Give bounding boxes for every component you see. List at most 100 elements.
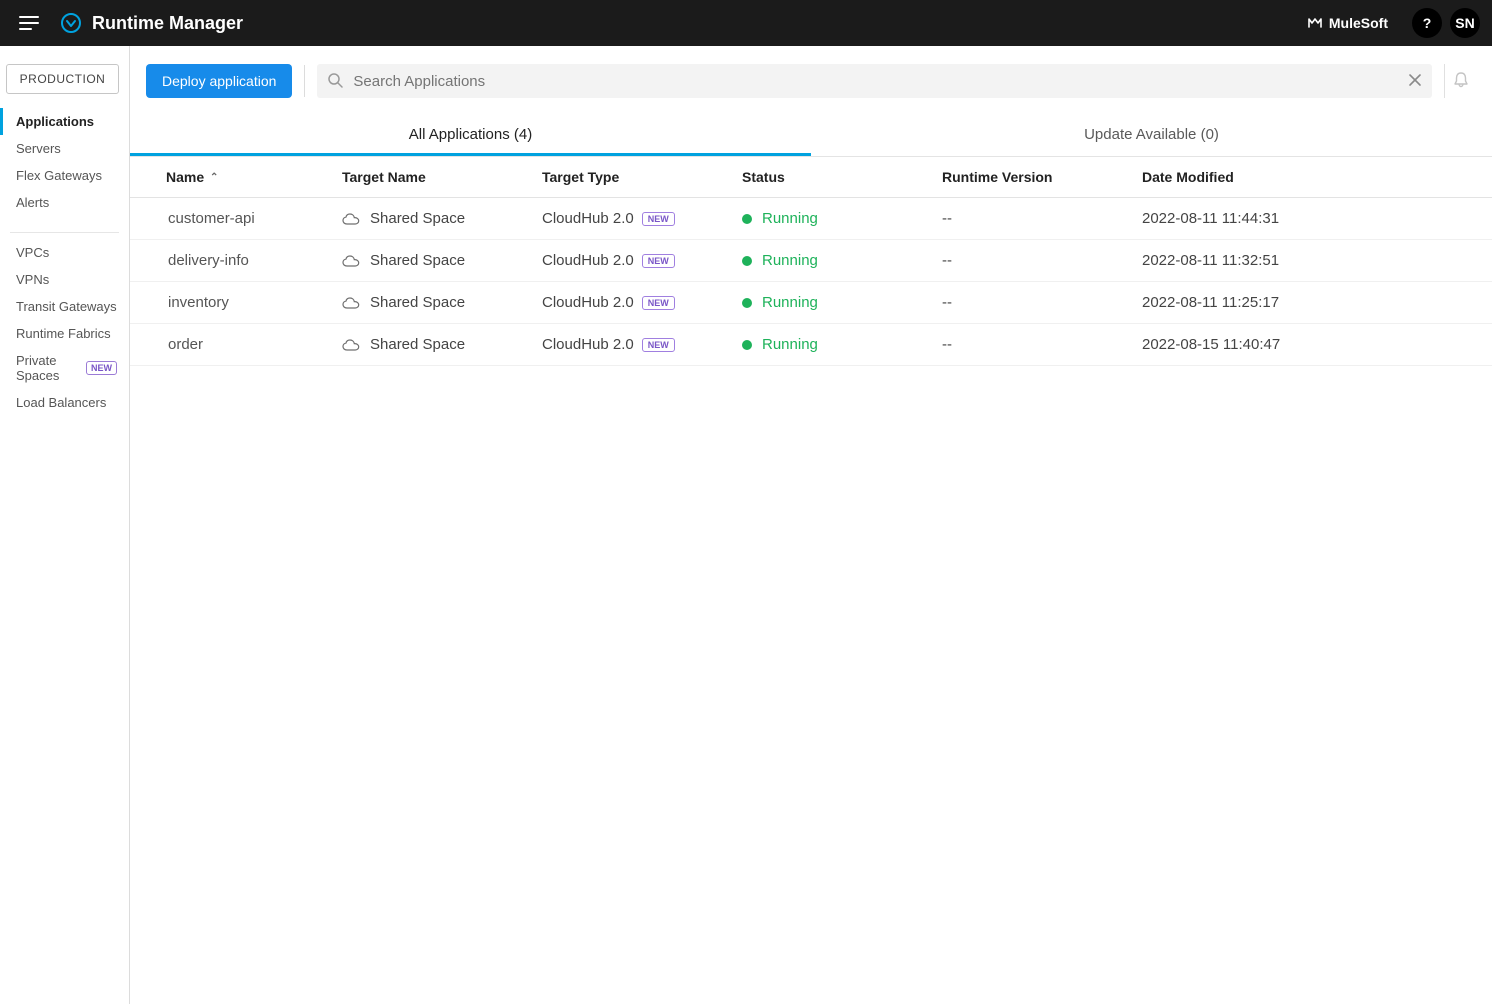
- column-header-date-modified[interactable]: Date Modified: [1130, 157, 1492, 198]
- environment-selector[interactable]: PRODUCTION: [6, 64, 119, 94]
- cell-target-type: CloudHub 2.0 NEW: [530, 324, 730, 366]
- hamburger-icon: [19, 15, 39, 31]
- help-button[interactable]: ?: [1412, 8, 1442, 38]
- column-header-target-name[interactable]: Target Name: [330, 157, 530, 198]
- column-header-status[interactable]: Status: [730, 157, 930, 198]
- cell-target-type: CloudHub 2.0 NEW: [530, 282, 730, 324]
- column-label: Name: [166, 169, 204, 185]
- cell-name: order: [130, 324, 330, 366]
- cloud-icon: [342, 339, 360, 351]
- target-type-text: CloudHub 2.0: [542, 210, 634, 227]
- tabs: All Applications (4) Update Available (0…: [130, 116, 1492, 157]
- app-brand[interactable]: Runtime Manager: [60, 12, 243, 34]
- action-bar: Deploy application: [130, 46, 1492, 116]
- divider: [304, 65, 305, 97]
- cell-status: Running: [730, 324, 930, 366]
- sidebar-item-load-balancers[interactable]: Load Balancers: [0, 389, 129, 416]
- status-dot-icon: [742, 298, 752, 308]
- topbar: Runtime Manager MuleSoft ? SN: [0, 0, 1492, 46]
- cell-status: Running: [730, 240, 930, 282]
- table-row[interactable]: customer-api Shared Space CloudHub 2.0NEW R…: [130, 198, 1492, 240]
- target-name-text: Shared Space: [370, 210, 465, 227]
- cell-status: Running: [730, 198, 930, 240]
- brand-link[interactable]: MuleSoft: [1307, 15, 1388, 32]
- search-box[interactable]: [317, 64, 1432, 98]
- sidebar-group-networking: VPCs VPNs Transit Gateways Runtime Fabri…: [0, 239, 129, 426]
- target-type-text: CloudHub 2.0: [542, 294, 634, 311]
- deploy-application-button[interactable]: Deploy application: [146, 64, 292, 98]
- cloud-icon: [342, 213, 360, 225]
- cell-target-name: Shared Space: [330, 198, 530, 240]
- clear-search-button[interactable]: [1408, 73, 1422, 90]
- new-badge: NEW: [642, 296, 675, 310]
- cell-date-modified: 2022-08-11 11:44:31: [1130, 198, 1492, 240]
- notifications-button[interactable]: [1444, 64, 1476, 98]
- cell-runtime-version: --: [930, 324, 1130, 366]
- sidebar-item-flex-gateways[interactable]: Flex Gateways: [0, 162, 129, 189]
- cell-name: customer-api: [130, 198, 330, 240]
- sidebar-item-applications[interactable]: Applications: [0, 108, 129, 135]
- cell-target-type: CloudHub 2.0NEW: [530, 198, 730, 240]
- sidebar-item-label: Runtime Fabrics: [16, 326, 111, 341]
- table-row[interactable]: delivery-infoShared SpaceCloudHub 2.0NEW…: [130, 240, 1492, 282]
- sidebar-item-private-spaces[interactable]: Private Spaces NEW: [0, 347, 129, 389]
- help-label: ?: [1423, 15, 1432, 31]
- target-type-text: CloudHub 2.0: [542, 336, 634, 353]
- cell-date-modified: 2022-08-15 11:40:47: [1130, 324, 1492, 366]
- sidebar-item-label: Alerts: [16, 195, 49, 210]
- main-panel: Deploy application: [130, 46, 1492, 1004]
- table-row[interactable]: order Shared Space CloudHub 2.0 NEW Running -…: [130, 324, 1492, 366]
- column-header-runtime-version[interactable]: Runtime Version: [930, 157, 1130, 198]
- runtime-manager-logo-icon: [60, 12, 82, 34]
- sidebar: PRODUCTION Applications Servers Flex Gat…: [0, 46, 130, 1004]
- status-text: Running: [762, 294, 818, 311]
- sidebar-item-label: Servers: [16, 141, 61, 156]
- column-header-target-type[interactable]: Target Type: [530, 157, 730, 198]
- sidebar-item-label: VPNs: [16, 272, 49, 287]
- target-name-text: Shared Space: [370, 294, 465, 311]
- table-header-row: Name ⌃ Target Name Target Type Status Ru…: [130, 157, 1492, 198]
- user-initials: SN: [1455, 15, 1474, 31]
- sidebar-item-label: Applications: [16, 114, 94, 129]
- table-row[interactable]: inventory Shared Space CloudHub 2.0 NEW Runn…: [130, 282, 1492, 324]
- user-avatar[interactable]: SN: [1450, 8, 1480, 38]
- cell-date-modified: 2022-08-11 11:32:51: [1130, 240, 1492, 282]
- sidebar-item-alerts[interactable]: Alerts: [0, 189, 129, 216]
- hamburger-menu-button[interactable]: [12, 6, 46, 40]
- cell-date-modified: 2022-08-11 11:25:17: [1130, 282, 1492, 324]
- tab-update-available[interactable]: Update Available (0): [811, 116, 1492, 156]
- cell-runtime-version: --: [930, 240, 1130, 282]
- cell-target-name: Shared Space: [330, 240, 530, 282]
- sidebar-item-servers[interactable]: Servers: [0, 135, 129, 162]
- brand-label: MuleSoft: [1329, 15, 1388, 31]
- cell-target-type: CloudHub 2.0NEW: [530, 240, 730, 282]
- cell-runtime-version: --: [930, 198, 1130, 240]
- sidebar-item-runtime-fabrics[interactable]: Runtime Fabrics: [0, 320, 129, 347]
- target-name-text: Shared Space: [370, 336, 465, 353]
- cell-name: inventory: [130, 282, 330, 324]
- status-text: Running: [762, 336, 818, 353]
- sidebar-separator: [10, 232, 119, 233]
- cell-name: delivery-info: [130, 240, 330, 282]
- sidebar-item-vpcs[interactable]: VPCs: [0, 239, 129, 266]
- cell-target-name: Shared Space: [330, 282, 530, 324]
- new-badge: NEW: [642, 338, 675, 352]
- sidebar-item-label: Flex Gateways: [16, 168, 102, 183]
- cell-status: Running: [730, 282, 930, 324]
- search-input[interactable]: [353, 73, 1398, 90]
- status-text: Running: [762, 210, 818, 227]
- status-dot-icon: [742, 214, 752, 224]
- status-dot-icon: [742, 340, 752, 350]
- sidebar-item-label: Load Balancers: [16, 395, 106, 410]
- sort-ascending-icon: ⌃: [210, 172, 218, 183]
- sidebar-item-vpns[interactable]: VPNs: [0, 266, 129, 293]
- mule-icon: [1307, 15, 1323, 32]
- applications-table: Name ⌃ Target Name Target Type Status Ru…: [130, 157, 1492, 366]
- new-badge: NEW: [642, 254, 675, 268]
- tab-all-applications[interactable]: All Applications (4): [130, 116, 811, 156]
- new-badge: NEW: [86, 361, 117, 375]
- column-header-name[interactable]: Name ⌃: [130, 157, 330, 198]
- cell-target-name: Shared Space: [330, 324, 530, 366]
- app-title: Runtime Manager: [92, 13, 243, 34]
- sidebar-item-transit-gateways[interactable]: Transit Gateways: [0, 293, 129, 320]
